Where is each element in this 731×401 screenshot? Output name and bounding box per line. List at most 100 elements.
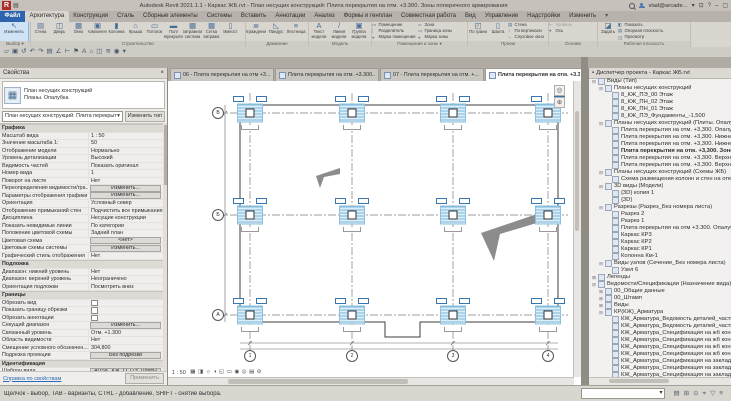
- rebar-tag[interactable]: [554, 298, 565, 304]
- ribbon-button[interactable]: ▮ Колонна: [107, 22, 126, 41]
- grid-bubble[interactable]: 2: [346, 350, 358, 362]
- save-icon[interactable]: ▣: [12, 47, 18, 57]
- tree-item[interactable]: КЖ_Арматура_Ведомость деталей_часть(НА): [589, 323, 731, 330]
- ribbon-button[interactable]: ◫ Дверь: [50, 22, 69, 41]
- worksharing-display-icon[interactable]: ▤: [249, 368, 254, 377]
- tree-item[interactable]: 8_КЖ_ПЭ_Фундаменты_-1,500: [589, 113, 731, 120]
- modify-button[interactable]: ↖ Изменить: [0, 22, 28, 41]
- rebar-tag[interactable]: [436, 298, 447, 304]
- text-icon[interactable]: A: [82, 47, 86, 57]
- ribbon-button[interactable]: ▣ Компонент: [88, 22, 107, 41]
- reveal-hidden-icon[interactable]: ◎: [242, 368, 247, 377]
- property-checkbox[interactable]: [91, 300, 98, 307]
- property-edit-button[interactable]: Изменить...: [90, 192, 161, 199]
- column-rebar-zone[interactable]: [230, 198, 270, 232]
- tree-item[interactable]: 8_КЖ_ПН_02 Этаж: [589, 99, 731, 106]
- tree-item[interactable]: 8_КЖ_ПН_01 Этаж: [589, 106, 731, 113]
- property-row[interactable]: Диапазон: верхний уровень Неограничено Н…: [0, 276, 163, 284]
- select-pinned-icon[interactable]: ⌖: [703, 386, 707, 401]
- property-row[interactable]: Графический стиль отображения Нет Нет: [0, 253, 163, 261]
- tree-item[interactable]: КЖ_Арматура_Спецификация на закладную 3Д…: [589, 365, 731, 372]
- rebar-tag[interactable]: [335, 298, 346, 304]
- tree-item[interactable]: Плита перекрытия на отм. +3,300. Верхнее…: [589, 162, 731, 169]
- column-rebar-zone[interactable]: [433, 96, 473, 130]
- workset-selector[interactable]: ▾: [581, 388, 665, 399]
- crop-view-icon[interactable]: ◱: [219, 368, 224, 377]
- rebar-tag[interactable]: [531, 298, 542, 304]
- ribbon-button[interactable]: A Текст модели: [309, 22, 329, 41]
- ribbon-button[interactable]: ▦ Сетка витража: [202, 22, 221, 41]
- property-row[interactable]: Подрезка проекции Без подрезки Без подре…: [0, 352, 163, 360]
- zoom-icon[interactable]: ⊕: [554, 97, 565, 108]
- tree-item[interactable]: Разрез 2: [589, 211, 731, 218]
- column-rebar-zone[interactable]: [230, 298, 270, 332]
- minimize-button[interactable]: –: [715, 3, 718, 9]
- ribbon-tab[interactable]: Вставить: [236, 11, 270, 22]
- ribbon-button[interactable]: ≡ Лестница: [286, 22, 306, 41]
- grid-bubble[interactable]: 4: [542, 350, 554, 362]
- tree-item[interactable]: Плита перекрытия на отм. +3,300. Опалубк…: [589, 127, 731, 134]
- rebar-tag[interactable]: [335, 198, 346, 204]
- visual-style-icon[interactable]: ◨: [198, 368, 203, 377]
- property-checkbox[interactable]: [91, 315, 98, 322]
- rebar-tag[interactable]: [335, 96, 346, 102]
- browser-horizontal-scrollbar[interactable]: [589, 377, 731, 385]
- ribbon-tab[interactable]: Формы и генплан: [339, 11, 396, 22]
- property-row[interactable]: Цветовые схемы системы Изменить... Измен…: [0, 245, 163, 253]
- rebar-tag[interactable]: [554, 198, 565, 204]
- user-avatar-icon[interactable]: [639, 3, 645, 9]
- rebar-tag[interactable]: [358, 198, 369, 204]
- ribbon-button[interactable]: ▤ Стена: [31, 22, 50, 41]
- ribbon-button[interactable]: ⌂ Крыша: [126, 22, 145, 41]
- tag-icon[interactable]: ⚑: [73, 47, 79, 57]
- tree-expander-icon[interactable]: ⊞: [598, 295, 604, 302]
- panel-splitter[interactable]: [581, 57, 588, 385]
- ribbon-tab[interactable]: Файл: [0, 11, 25, 22]
- ribbon-tab[interactable]: Вид: [460, 11, 480, 22]
- property-row[interactable]: Графика: [0, 124, 163, 133]
- ribbon-tab[interactable]: Аннотации: [271, 11, 310, 22]
- ribbon-button[interactable]: ⌖ Марка зоны: [418, 35, 464, 41]
- revit-logo-icon[interactable]: R: [2, 1, 11, 10]
- properties-help-link[interactable]: Справка по свойствам: [3, 376, 61, 382]
- ribbon-button[interactable]: ▭ Потолок: [145, 22, 164, 41]
- tree-expander-icon[interactable]: ⊟: [598, 85, 604, 92]
- tree-expander-icon[interactable]: ⊟: [591, 78, 597, 85]
- user-dropdown-icon[interactable]: ▾: [692, 3, 695, 9]
- property-row[interactable]: Ориентация подложки Посмотреть вниз Посм…: [0, 284, 163, 292]
- property-row[interactable]: Обрезать вид: [0, 300, 163, 308]
- ribbon-tab[interactable]: Анализ: [310, 11, 339, 22]
- help-icon[interactable]: ?: [708, 3, 711, 9]
- rebar-tag[interactable]: [233, 298, 244, 304]
- ribbon-tab[interactable]: Надстройки: [523, 11, 565, 22]
- property-row[interactable]: Показать невидимые линии По категории По…: [0, 223, 163, 231]
- edit-type-button[interactable]: Изменить тип: [125, 111, 165, 122]
- property-row[interactable]: Границы: [0, 291, 163, 300]
- property-edit-button[interactable]: <нет>: [90, 237, 161, 244]
- rebar-tag[interactable]: [436, 96, 447, 102]
- property-edit-button[interactable]: Изменить...: [90, 322, 161, 329]
- column-section[interactable]: [246, 211, 255, 220]
- tree-item[interactable]: КЖ_Арматура_Спецификация на жб конструкц…: [589, 351, 731, 358]
- tree-expander-icon[interactable]: ⊟: [598, 120, 604, 127]
- chevron-down-icon[interactable]: ▾: [659, 389, 662, 398]
- tree-item[interactable]: Плита перекрытия на отм. +3,300. Зоны по…: [589, 148, 731, 155]
- manage-links-icon[interactable]: ⊞: [684, 386, 689, 401]
- tree-item[interactable]: ⊟ Планы несущих конструкций: [589, 85, 731, 92]
- ribbon-button[interactable]: ⌖ Ось: [549, 28, 595, 34]
- shadows-icon[interactable]: ◑: [213, 368, 216, 377]
- column-rebar-zone[interactable]: [332, 298, 372, 332]
- property-edit-button[interactable]: Изменить...: [90, 245, 161, 252]
- tree-item[interactable]: Каркас КР3: [589, 232, 731, 239]
- crop-region-icon[interactable]: ▭: [227, 368, 232, 377]
- rebar-tag[interactable]: [256, 298, 267, 304]
- column-section[interactable]: [348, 109, 357, 118]
- column-rebar-zone[interactable]: [433, 298, 473, 332]
- search-icon[interactable]: [629, 3, 635, 9]
- ribbon-button[interactable]: ◺ Пандус: [266, 22, 286, 41]
- tree-item[interactable]: КЖ_Арматура_Ведомость деталей_часть(РС): [589, 316, 731, 323]
- rebar-tag[interactable]: [459, 298, 470, 304]
- view-tab[interactable]: 07 - Плита перекрытия на отм. +... ×: [380, 68, 484, 81]
- rebar-tag[interactable]: [459, 198, 470, 204]
- close-properties-icon[interactable]: ×: [160, 68, 164, 78]
